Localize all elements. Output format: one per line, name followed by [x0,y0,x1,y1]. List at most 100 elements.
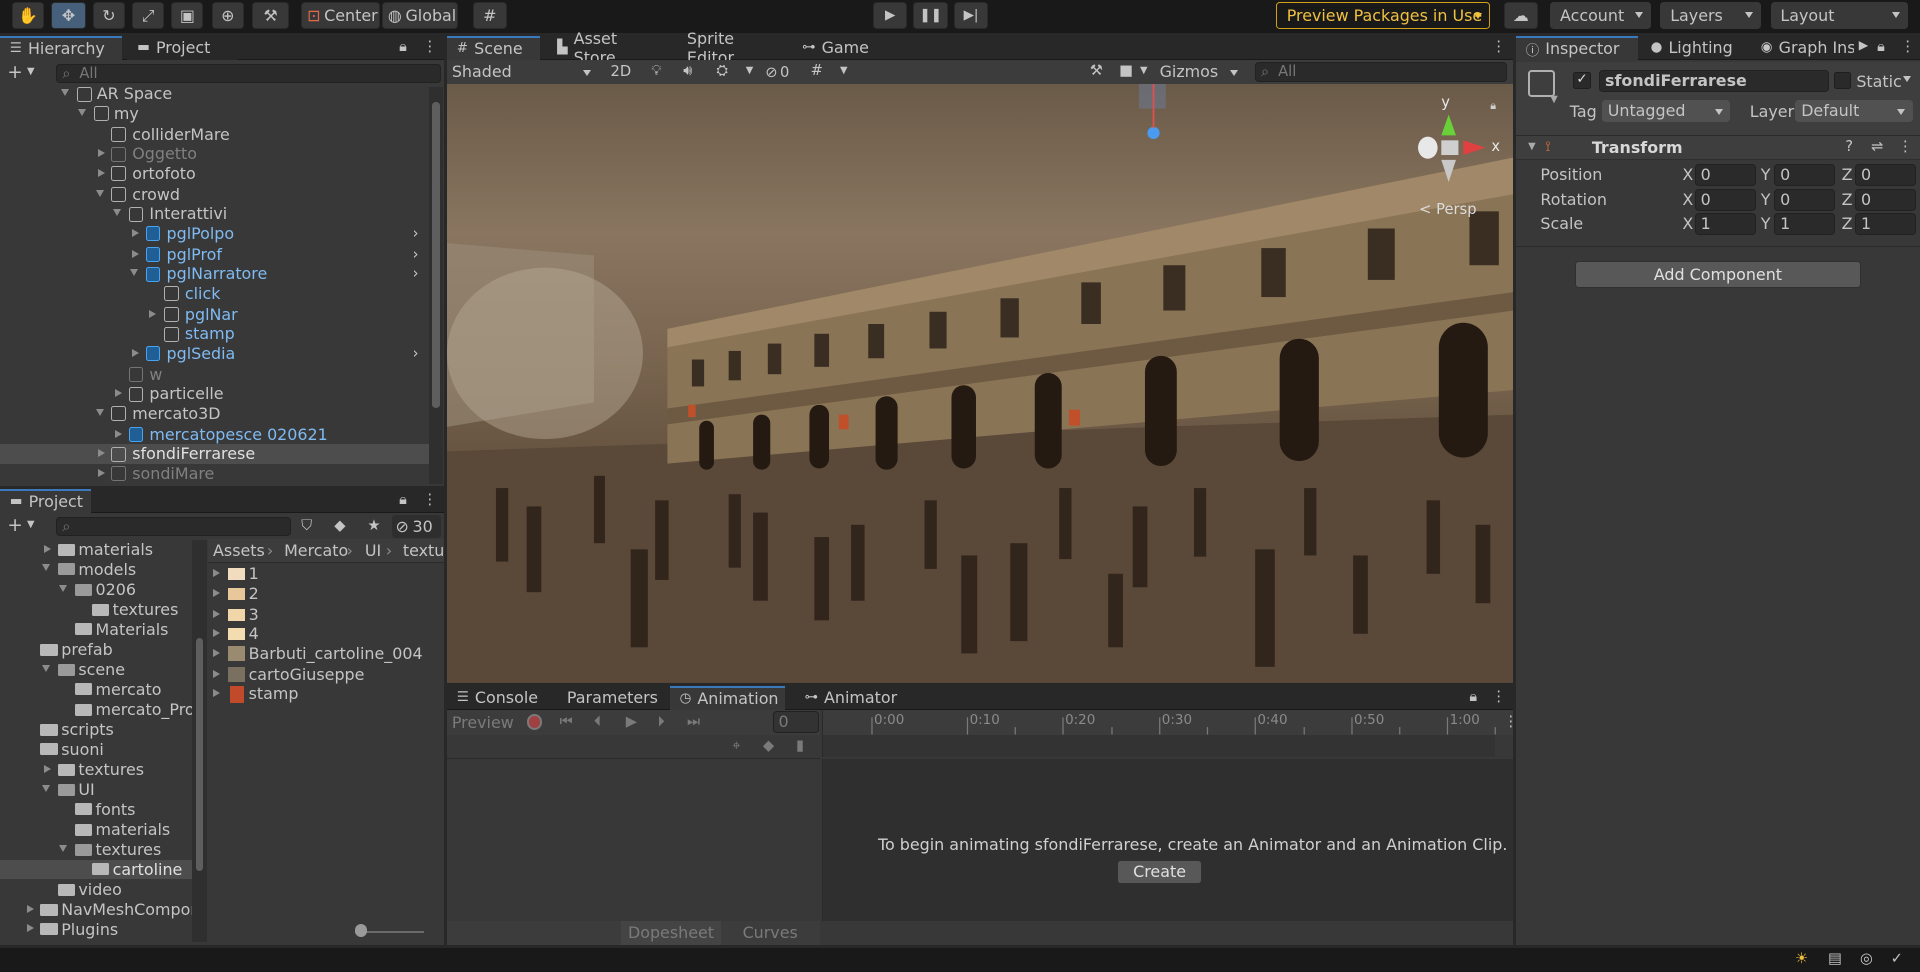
account-dropdown[interactable]: Account [1550,2,1651,30]
add-event-icon[interactable]: ▮ [796,737,804,754]
folder-item[interactable]: UI [0,780,192,800]
filter-by-label-icon[interactable]: ◆ [334,517,345,534]
lighting-bulb-icon[interactable]: 💡︎ [651,62,661,79]
shading-mode-dropdown[interactable]: Shaded [449,61,596,83]
hand-tool-button[interactable]: ✋ [12,2,45,30]
help-icon[interactable]: ? [1845,138,1853,155]
tree-item[interactable]: click [0,284,429,304]
more-menu-icon[interactable]: ⋮ [1491,38,1506,55]
hierarchy-scrollbar[interactable] [428,86,444,484]
scene-visibility-toggle[interactable]: ⊘ 0 [765,61,804,83]
lock-icon[interactable]: 🔒︎ [1877,38,1885,55]
pivot-toggle[interactable]: ⊡ Center [301,2,380,30]
record-icon[interactable] [526,713,543,730]
project-search-input[interactable]: ⌕ [56,516,292,537]
tab-hierarchy[interactable]: ☰ Hierarchy [0,35,123,60]
expand-arrow-icon[interactable] [97,468,105,477]
dopesheet-tab[interactable]: Dopesheet [620,920,722,946]
folder-item[interactable]: mercato [0,680,192,700]
expand-arrow-icon[interactable] [44,544,51,553]
folder-item[interactable]: 0206 [0,580,192,600]
expand-arrow-icon[interactable] [213,669,220,678]
scale-x-input[interactable]: 1 [1694,213,1756,236]
folder-item[interactable]: materials [0,820,192,840]
cloud-button[interactable]: ☁ [1503,2,1538,30]
chevron-right-icon[interactable]: › [413,245,419,265]
tree-item[interactable]: stamp [0,324,429,344]
audio-speaker-icon[interactable]: 🔊︎ [683,62,692,79]
chevron-right-icon[interactable]: › [413,264,419,284]
tab-graph-inspector[interactable]: ◉ Graph Insp [1751,36,1854,60]
tree-item[interactable]: pglNar [0,305,429,325]
folder-item[interactable]: scene [0,660,192,680]
play-button[interactable]: ▶ [873,2,908,30]
tree-item[interactable]: my [0,104,429,124]
expand-arrow-icon[interactable] [213,629,220,638]
frame-input[interactable]: 0 [772,711,820,734]
position-z-input[interactable]: 0 [1855,164,1917,187]
expand-arrow-icon[interactable] [26,924,34,933]
tree-item[interactable]: Interattivi [0,204,429,224]
event-track[interactable] [821,734,1496,757]
expand-arrow-icon[interactable] [132,228,139,237]
more-menu-icon[interactable]: ⋮ [422,38,437,55]
filter-by-type-icon[interactable]: ⛉ [301,517,312,534]
expand-arrow-icon[interactable] [95,408,104,416]
expand-arrow-icon[interactable] [213,588,220,597]
curves-tab[interactable]: Curves [724,921,817,945]
expand-arrow-icon[interactable] [115,389,122,398]
expand-arrow-icon[interactable] [213,689,220,698]
folder-item[interactable]: prefab [0,640,192,660]
folder-item[interactable]: fonts [0,800,192,820]
expand-arrow-icon[interactable] [61,89,70,97]
prev-keyframe-icon[interactable]: ⏴ [594,713,601,730]
grid-toggle-icon[interactable]: # [811,62,823,79]
expand-arrow-icon[interactable] [41,784,50,792]
active-checkbox[interactable]: ✓ [1573,72,1591,90]
expand-arrow-icon[interactable] [129,269,138,277]
projection-label[interactable]: < Persp [1419,201,1476,218]
preview-packages-dropdown[interactable]: Preview Packages in Use [1275,2,1491,30]
filter-keyframes-icon[interactable]: ⌖ [732,737,740,754]
gizmo-lock-icon[interactable]: 🔒︎ [1490,99,1496,113]
scrollbar-thumb[interactable] [432,101,440,408]
lock-icon[interactable]: 🔒︎ [399,491,407,508]
notifications-icon[interactable]: ✓ [1891,950,1903,967]
scale-z-input[interactable]: 1 [1855,213,1917,236]
tab-project[interactable]: ▬ Project [0,488,91,514]
chevron-down-icon[interactable] [1902,75,1911,82]
folder-item[interactable]: textures [0,760,192,780]
tab-console[interactable]: ☰ Console [447,686,545,710]
expand-arrow-icon[interactable] [213,609,220,618]
camera-icon[interactable]: ■ [1119,62,1133,79]
expand-arrow-icon[interactable] [149,309,157,318]
scene-viewport[interactable]: y x 🔒︎ < Persp [446,84,1514,684]
position-x-input[interactable]: 0 [1694,164,1756,187]
move-tool-button[interactable]: ✥ [51,2,86,30]
expand-arrow-icon[interactable] [41,564,50,572]
folder-item[interactable]: Materials [0,620,192,640]
add-plus-icon[interactable]: + [7,62,22,83]
rect-tool-button[interactable]: ▣ [171,2,204,30]
breadcrumb-item[interactable]: textur [403,541,445,560]
tree-item-selected[interactable]: sfondiFerrarese [0,444,429,465]
expand-arrow-icon[interactable] [132,348,139,357]
expand-arrow-icon[interactable] [41,664,50,672]
expand-arrow-icon[interactable] [132,249,139,258]
folder-item[interactable]: textures [0,840,192,860]
tag-dropdown[interactable]: Untagged [1601,100,1731,123]
expand-arrow-icon[interactable] [44,765,51,774]
folder-item[interactable]: scripts [0,720,192,740]
tree-item[interactable]: pglProf › [0,245,429,265]
chevron-down-icon[interactable]: ▼ [1528,141,1536,152]
tree-item[interactable]: crowd [0,185,429,205]
folder-item[interactable]: models [0,560,192,580]
tree-item[interactable]: ortofoto [0,164,429,184]
debug-mode-icon[interactable]: ◎ [1860,950,1873,967]
tree-item[interactable]: sondiMare [0,464,429,484]
expand-arrow-icon[interactable] [213,648,220,657]
tab-inspector[interactable]: ⓘ Inspector [1515,35,1639,60]
chevron-down-icon[interactable]: ▼ [1550,94,1558,105]
folder-item[interactable]: Plugins [0,920,192,940]
tab-asset-store[interactable]: ▙ Asset Store [547,29,665,67]
